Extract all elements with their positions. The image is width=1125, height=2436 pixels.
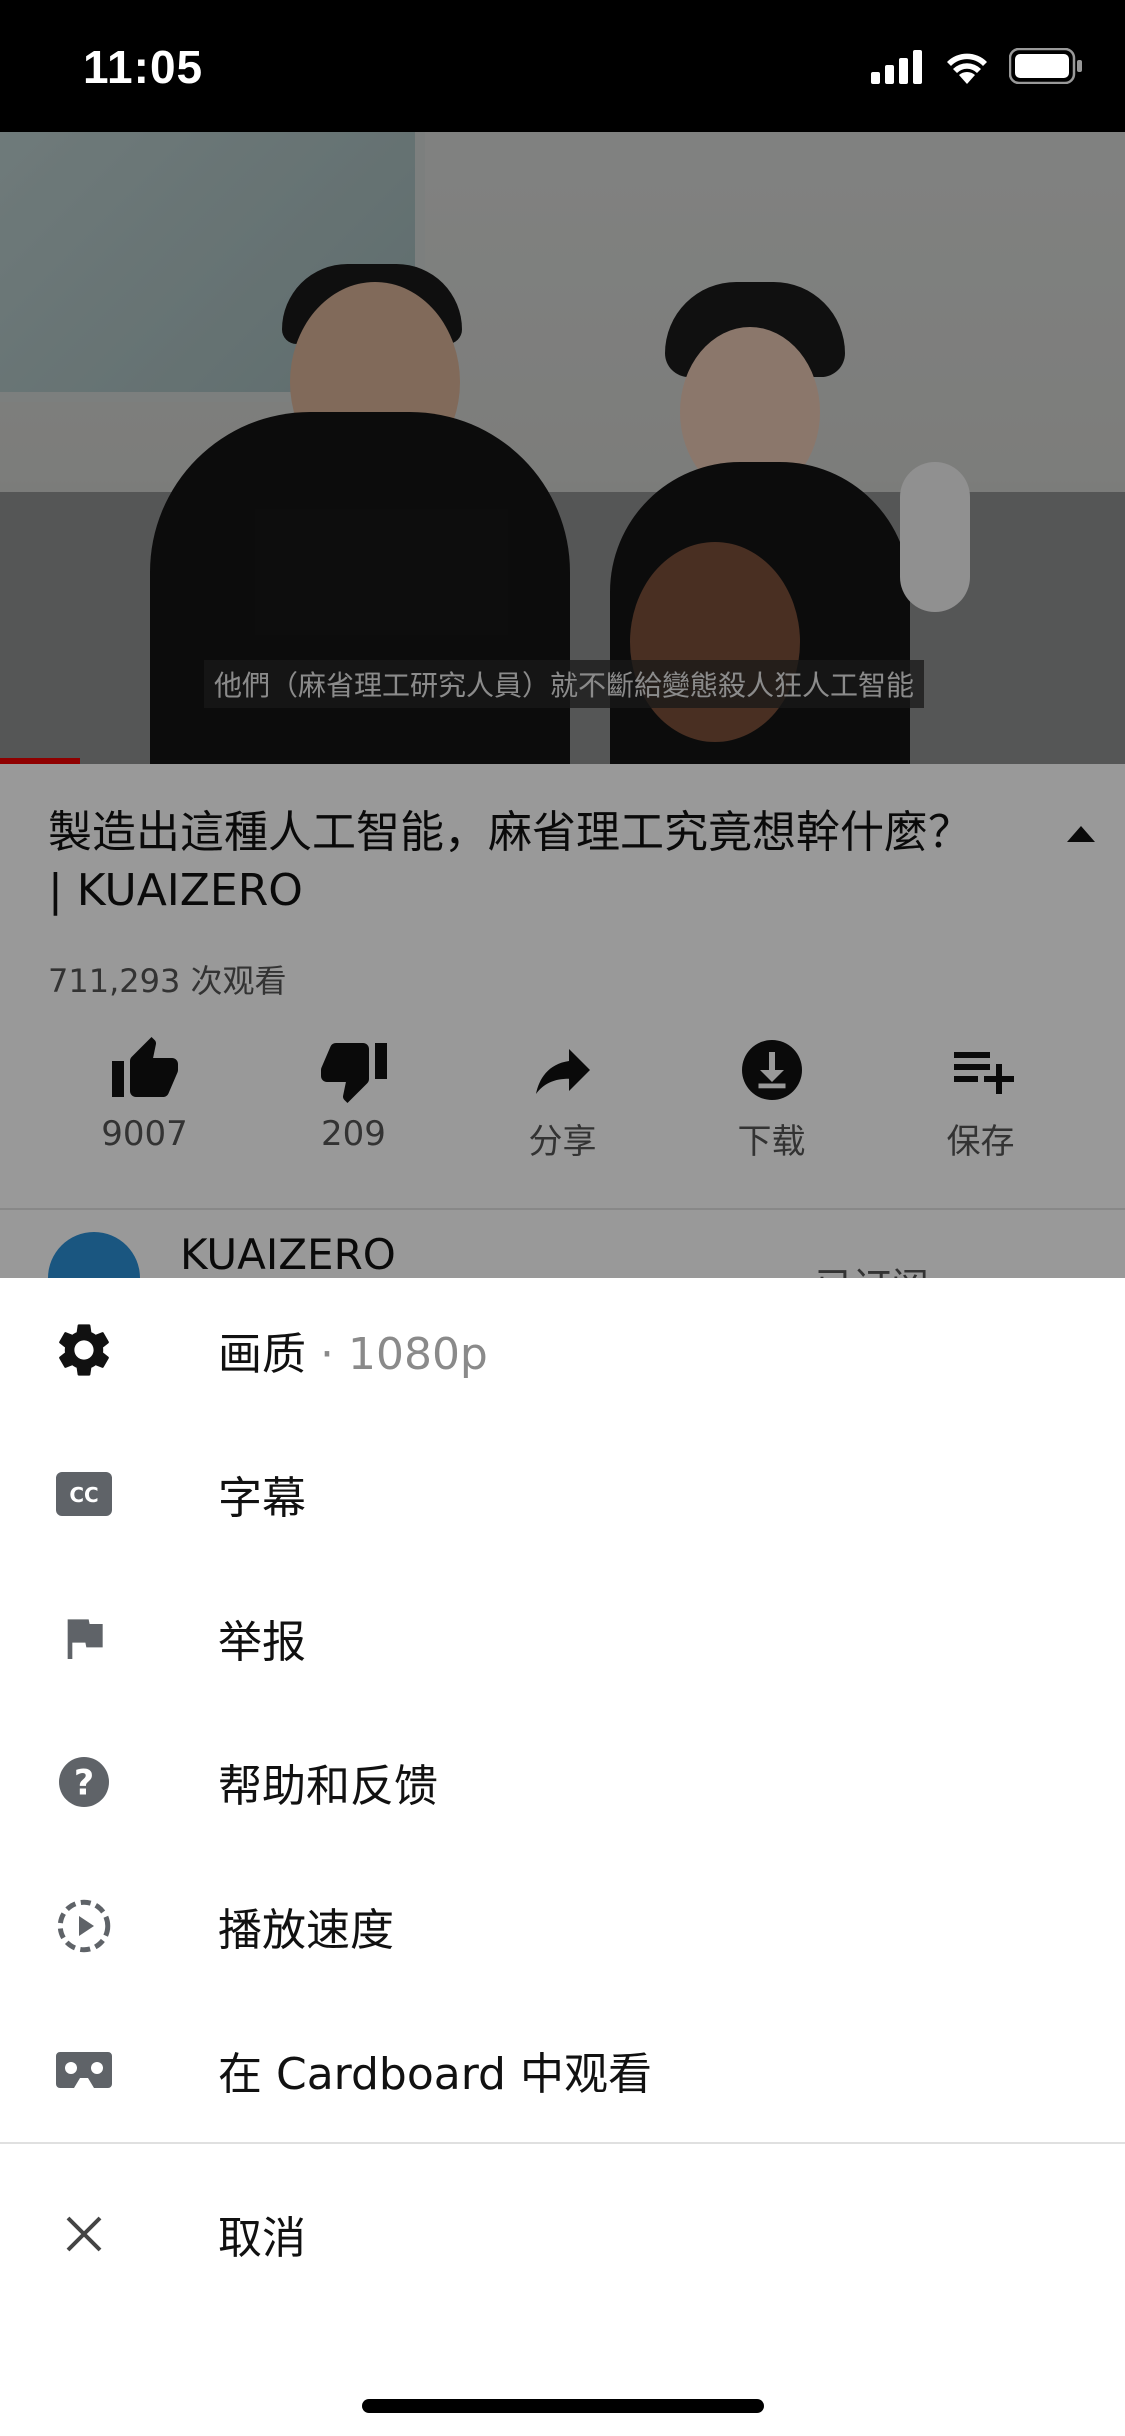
quality-value: · 1080p: [306, 1329, 488, 1380]
menu-item-label: 在 Cardboard 中观看: [218, 2049, 652, 2100]
status-time: 11:05: [83, 41, 204, 93]
help-icon: ?: [52, 1750, 116, 1814]
modal-scrim[interactable]: [0, 132, 1125, 1278]
status-bar: 11:05: [0, 0, 1125, 132]
menu-item-cardboard[interactable]: 在 Cardboard 中观看: [0, 1998, 1125, 2142]
cardboard-icon: [52, 2038, 116, 2102]
wifi-icon: [947, 53, 987, 84]
menu-item-help[interactable]: ? 帮助和反馈: [0, 1710, 1125, 1854]
cancel-label: 取消: [218, 2213, 306, 2264]
close-icon: [52, 2202, 116, 2266]
menu-item-playback-speed[interactable]: 播放速度: [0, 1854, 1125, 1998]
menu-item-label: 播放速度: [218, 1905, 394, 1956]
cancel-button[interactable]: 取消: [0, 2144, 1125, 2324]
menu-item-report[interactable]: 举报: [0, 1566, 1125, 1710]
svg-text:CC: CC: [69, 1483, 98, 1507]
gear-icon: [52, 1318, 116, 1382]
cc-icon: CC: [52, 1462, 116, 1526]
menu-item-label: 举报: [218, 1617, 306, 1668]
home-indicator[interactable]: [362, 2399, 764, 2413]
playback-speed-icon: [52, 1894, 116, 1958]
options-sheet: 画质 · 1080p CC 字幕 举报 ? 帮助和反馈 播放速度 在 Cardb…: [0, 1278, 1125, 2436]
flag-icon: [52, 1606, 116, 1670]
signal-icon: [871, 50, 922, 84]
menu-item-label: 字幕: [218, 1473, 306, 1524]
menu-item-label: 画质 · 1080p: [218, 1329, 488, 1380]
menu-item-captions[interactable]: CC 字幕: [0, 1422, 1125, 1566]
svg-text:?: ?: [74, 1764, 94, 1804]
battery-icon: [1009, 48, 1082, 84]
status-icons: [871, 48, 1083, 84]
menu-item-label: 帮助和反馈: [218, 1761, 438, 1812]
menu-item-quality[interactable]: 画质 · 1080p: [0, 1278, 1125, 1422]
